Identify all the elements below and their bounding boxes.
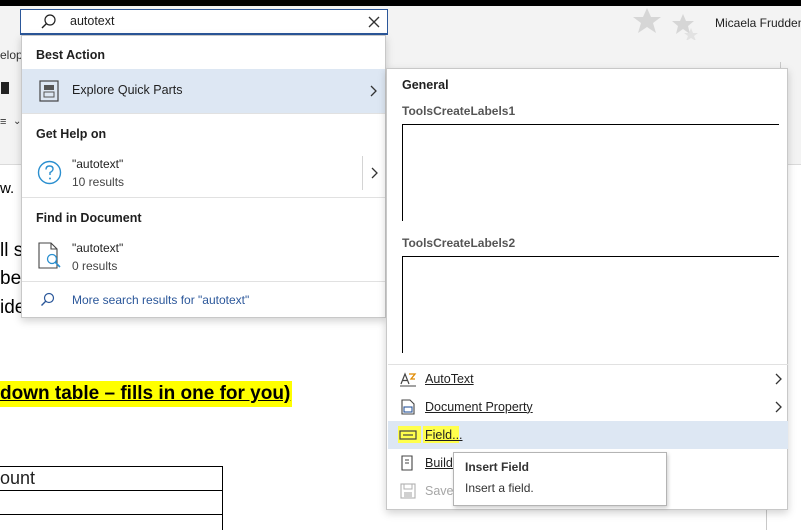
chevron-right-icon[interactable] [369, 166, 379, 180]
table-cell [0, 514, 223, 530]
find-count: 0 results [72, 259, 118, 273]
help-query: "autotext" [72, 157, 124, 171]
building-block-name: ToolsCreateLabels2 [402, 236, 516, 250]
doc-highlighted-heading: down table – fills in one for you) [0, 381, 293, 407]
building-blocks-icon [401, 455, 413, 471]
help-question-icon [37, 160, 62, 185]
divider [22, 197, 385, 198]
chevron-right-icon [775, 373, 782, 385]
page-edge [766, 510, 767, 530]
best-action-explore-quick-parts[interactable]: Explore Quick Parts [22, 69, 385, 113]
save-selection-icon [400, 483, 416, 499]
tooltip-title: Insert Field [465, 460, 530, 474]
ribbon-mini-control[interactable]: ≡ [0, 116, 6, 128]
quick-parts-icon [39, 80, 59, 102]
close-icon[interactable] [367, 15, 381, 29]
more-search-results-link[interactable]: More search results for "autotext" [22, 288, 385, 312]
building-block-preview[interactable] [402, 124, 779, 221]
menu-item-document-property[interactable]: Document Property [388, 393, 788, 421]
divider [22, 281, 385, 282]
menu-item-autotext[interactable]: AutoText [388, 365, 788, 393]
find-result-row[interactable]: "autotext" 0 results [22, 232, 385, 282]
best-action-label: Explore Quick Parts [72, 83, 183, 97]
field-icon [399, 430, 417, 440]
doc-table: ount [0, 466, 223, 530]
search-results-dropdown: Best Action Explore Quick Parts Get Help… [21, 35, 386, 318]
document-search-icon [38, 242, 61, 269]
chevron-right-icon [370, 85, 377, 97]
find-query: "autotext" [72, 241, 124, 255]
menu-item-label: Field... [425, 428, 463, 442]
search-icon [41, 14, 56, 29]
section-header-best-action: Best Action [36, 48, 105, 62]
user-name[interactable]: Micaela Frudden [715, 16, 801, 30]
menu-item-label: Document Property [425, 400, 533, 414]
ribbon-tab-developer[interactable]: elop [0, 48, 23, 62]
section-header-find: Find in Document [36, 211, 142, 225]
gallery-header-general: General [402, 78, 449, 92]
quick-parts-menu: General ToolsCreateLabels1 ToolsCreateLa… [386, 68, 788, 510]
doc-line-1: w. [0, 180, 15, 197]
doc-line-3: be [0, 268, 22, 289]
decorative-stars-icon [633, 8, 698, 41]
table-cell [0, 490, 223, 515]
document-property-icon [401, 399, 415, 415]
section-header-help: Get Help on [36, 127, 107, 141]
doc-line-2: ll s [0, 240, 24, 261]
search-input[interactable]: autotext [70, 14, 114, 28]
divider [22, 113, 385, 114]
building-block-preview[interactable] [402, 256, 779, 353]
autotext-icon [400, 372, 417, 387]
more-results-label: More search results for "autotext" [72, 293, 250, 307]
search-box[interactable]: autotext [20, 9, 388, 35]
help-result-row[interactable]: "autotext" 10 results [22, 148, 385, 198]
table-cell: ount [0, 466, 223, 491]
menu-item-label: AutoText [425, 372, 474, 386]
tooltip-insert-field: Insert Field Insert a field. [453, 452, 667, 506]
search-icon [41, 292, 55, 306]
menu-item-field[interactable]: Field... [388, 421, 788, 449]
chevron-right-icon [775, 401, 782, 413]
ribbon-control-fragment [1, 82, 9, 94]
divider [362, 156, 363, 190]
tooltip-body: Insert a field. [465, 481, 534, 495]
building-block-name: ToolsCreateLabels1 [402, 104, 516, 118]
help-count: 10 results [72, 175, 125, 189]
menu-item-label: Buildi [425, 456, 456, 470]
